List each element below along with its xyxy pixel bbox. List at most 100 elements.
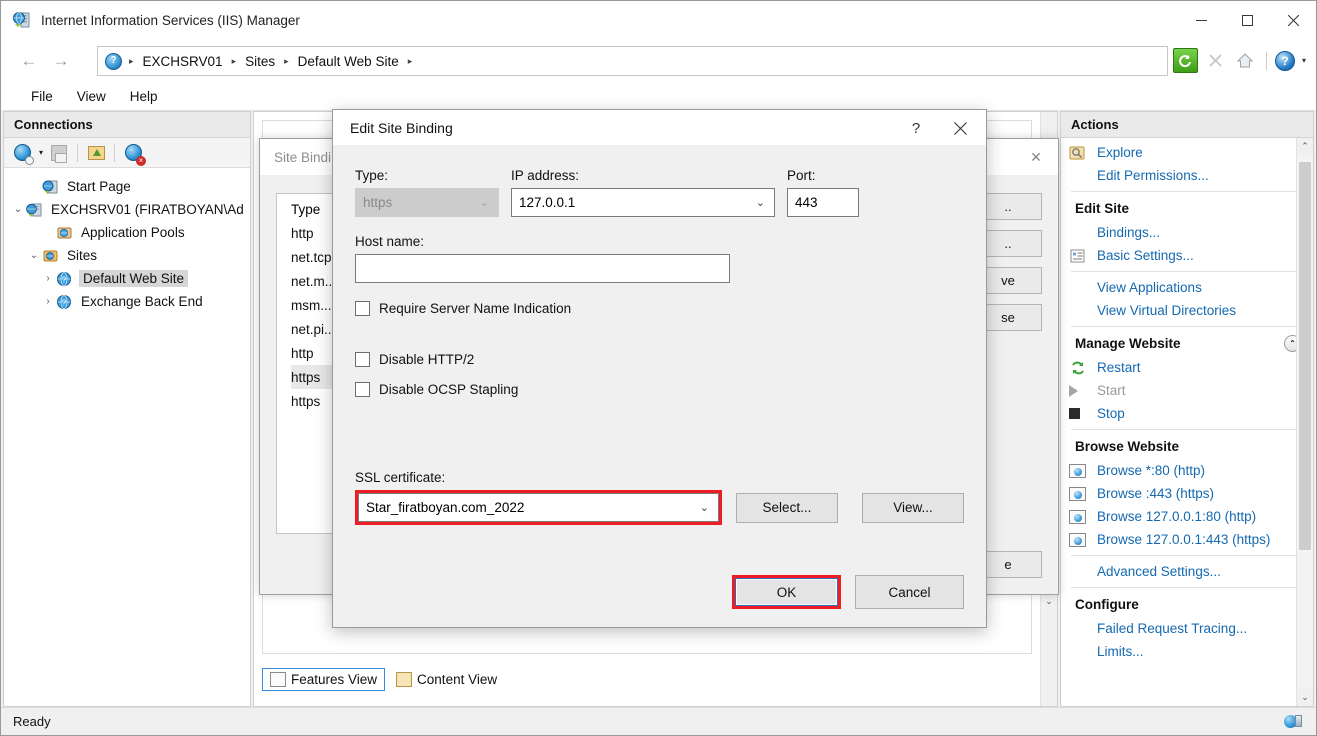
tree-expander[interactable]: ⌄ — [10, 204, 26, 215]
connect-to-icon[interactable] — [11, 142, 34, 165]
breadcrumb-item-sites[interactable]: Sites — [243, 54, 277, 69]
ssl-certificate-group: SSL certificate: Star_firatboyan.com_202… — [355, 470, 964, 525]
menu-view[interactable]: View — [65, 86, 118, 107]
actions-scrollbar[interactable]: ⌃ ⌄ — [1296, 138, 1313, 706]
help-icon[interactable]: ? — [898, 110, 934, 146]
disable-ocsp-checkbox[interactable] — [355, 382, 370, 397]
action-label: Stop — [1097, 406, 1125, 421]
forward-button[interactable]: → — [45, 47, 77, 75]
action-browse-443-https[interactable]: Browse :443 (https) — [1061, 482, 1313, 505]
scroll-down-icon[interactable]: ⌄ — [1041, 593, 1057, 610]
action-advanced-settings[interactable]: Advanced Settings... — [1061, 560, 1313, 583]
action-browse-127-80-http[interactable]: Browse 127.0.0.1:80 (http) — [1061, 505, 1313, 528]
site-bindings-close-button[interactable]: ✕ — [1014, 139, 1058, 175]
iis-status-icon — [1284, 714, 1304, 730]
tree-expander[interactable]: ⌄ — [26, 250, 42, 261]
app-pools-icon — [56, 225, 74, 241]
action-restart[interactable]: Restart — [1061, 356, 1313, 379]
actions-separator — [1071, 429, 1299, 430]
action-label: Bindings... — [1097, 225, 1161, 240]
tree-expander[interactable]: › — [40, 273, 56, 284]
port-input[interactable]: 443 — [787, 188, 859, 217]
action-label: Advanced Settings... — [1097, 564, 1221, 579]
tree-item-start-page[interactable]: Start Page — [10, 175, 250, 198]
breadcrumb[interactable]: ▸ EXCHSRV01 ▸ Sites ▸ Default Web Site ▸ — [97, 46, 1168, 76]
ok-button[interactable]: OK — [735, 578, 838, 606]
tree-item-sites[interactable]: ⌄ Sites — [10, 244, 250, 267]
iis-manager-icon — [12, 10, 32, 30]
host-name-input[interactable] — [355, 254, 730, 283]
maximize-button[interactable] — [1224, 1, 1270, 39]
tree-item-application-pools[interactable]: Application Pools — [10, 221, 250, 244]
status-text: Ready — [13, 714, 51, 729]
action-label: Limits... — [1097, 644, 1144, 659]
close-button[interactable] — [1270, 1, 1316, 39]
save-icon[interactable] — [48, 142, 70, 164]
tree-item-server[interactable]: ⌄ EXCHSRV01 (FIRATBOYAN\Ad — [10, 198, 250, 221]
cancel-button[interactable]: Cancel — [855, 575, 964, 609]
help-icon[interactable]: ? — [1274, 50, 1295, 71]
refresh-icon[interactable] — [1172, 48, 1198, 73]
action-failed-request-tracing[interactable]: Failed Request Tracing... — [1061, 617, 1313, 640]
action-browse-80-http[interactable]: Browse *:80 (http) — [1061, 459, 1313, 482]
tree-item-exchange-back-end[interactable]: › ? Exchange Back End — [10, 290, 250, 313]
action-basic-settings[interactable]: Basic Settings... — [1061, 244, 1313, 267]
scrollbar-thumb[interactable] — [1299, 162, 1311, 550]
tree-item-default-web-site[interactable]: › ? Default Web Site — [10, 267, 250, 290]
ok-button-highlight: OK — [732, 575, 841, 609]
home-icon[interactable] — [1233, 48, 1258, 73]
chevron-down-icon[interactable]: ⌄ — [756, 196, 765, 209]
action-stop[interactable]: Stop — [1061, 402, 1313, 425]
disable-http2-checkbox-row[interactable]: Disable HTTP/2 — [355, 352, 964, 367]
disable-ocsp-checkbox-row[interactable]: Disable OCSP Stapling — [355, 382, 964, 397]
chevron-down-icon[interactable]: ⌄ — [700, 501, 709, 514]
open-icon[interactable] — [85, 142, 107, 164]
action-edit-permissions[interactable]: Edit Permissions... — [1061, 164, 1313, 187]
tab-content-view[interactable]: Content View — [389, 669, 504, 690]
action-limits[interactable]: Limits... — [1061, 640, 1313, 663]
action-bindings[interactable]: Bindings... — [1061, 221, 1313, 244]
ssl-certificate-value: Star_firatboyan.com_2022 — [366, 500, 525, 515]
connect-chevron-down-icon[interactable]: ▾ — [39, 148, 43, 157]
edit-dialog-close-button[interactable] — [938, 110, 982, 146]
actions-header: Actions — [1061, 112, 1313, 138]
back-button[interactable]: ← — [13, 47, 45, 75]
require-sni-checkbox-row[interactable]: Require Server Name Indication — [355, 301, 964, 316]
connections-header: Connections — [4, 112, 250, 138]
disable-http2-label: Disable HTTP/2 — [379, 352, 475, 367]
restart-icon — [1069, 359, 1091, 377]
title-bar: Internet Information Services (IIS) Mana… — [1, 1, 1316, 39]
chevron-down-icon[interactable]: ▾ — [1302, 56, 1306, 65]
breadcrumb-item-server[interactable]: EXCHSRV01 — [141, 54, 225, 69]
breadcrumb-item-site[interactable]: Default Web Site — [296, 54, 401, 69]
action-view-virtual-directories[interactable]: View Virtual Directories — [1061, 299, 1313, 322]
group-label: Browse Website — [1075, 439, 1180, 454]
disconnect-icon[interactable]: × — [122, 142, 147, 166]
view-certificate-button[interactable]: View... — [861, 492, 964, 523]
action-browse-127-443-https[interactable]: Browse 127.0.0.1:443 (https) — [1061, 528, 1313, 551]
ip-address-value: 127.0.0.1 — [519, 195, 576, 210]
tree-expander[interactable]: › — [40, 296, 56, 307]
menu-help[interactable]: Help — [118, 86, 170, 107]
action-label: Browse 127.0.0.1:443 (https) — [1097, 532, 1271, 547]
browse-icon — [1069, 462, 1091, 480]
menu-file[interactable]: File — [19, 86, 65, 107]
minimize-button[interactable] — [1178, 1, 1224, 39]
action-label: Failed Request Tracing... — [1097, 621, 1248, 636]
browse-icon — [1069, 531, 1091, 549]
scroll-down-icon[interactable]: ⌄ — [1297, 689, 1313, 706]
tab-features-view[interactable]: Features View — [262, 667, 386, 691]
select-certificate-button[interactable]: Select... — [735, 492, 838, 523]
scroll-up-icon[interactable]: ⌃ — [1297, 138, 1313, 155]
action-label: Explore — [1097, 145, 1143, 160]
ssl-certificate-select[interactable]: Star_firatboyan.com_2022 ⌄ — [358, 493, 719, 522]
menu-bar: File View Help — [1, 83, 1316, 111]
disable-http2-checkbox[interactable] — [355, 352, 370, 367]
action-explore[interactable]: Explore — [1061, 141, 1313, 164]
action-view-applications[interactable]: View Applications — [1061, 276, 1313, 299]
require-sni-checkbox[interactable] — [355, 301, 370, 316]
actions-separator — [1071, 555, 1299, 556]
ip-address-select[interactable]: 127.0.0.1 ⌄ — [511, 188, 775, 217]
chevron-down-icon: ⌄ — [479, 197, 489, 209]
toolbar-divider-1 — [77, 143, 79, 162]
